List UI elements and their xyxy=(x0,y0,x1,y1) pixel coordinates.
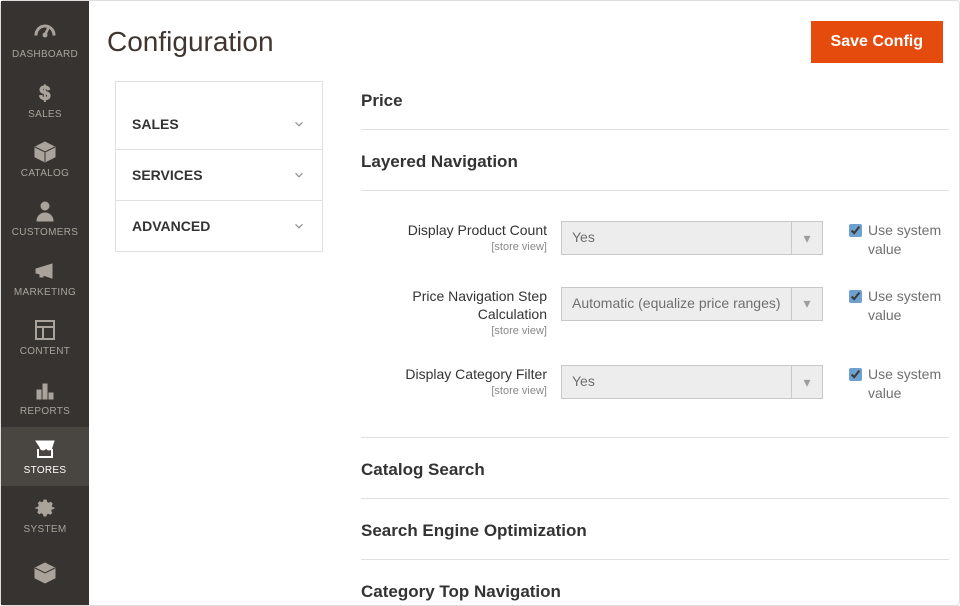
gear-icon xyxy=(33,496,57,520)
dollar-icon: $ xyxy=(33,81,57,105)
use-system-value-label: Use system value xyxy=(868,221,949,259)
select-value: Yes xyxy=(562,366,792,398)
use-system-value-label: Use system value xyxy=(868,365,949,403)
sidebar-item-system[interactable]: SYSTEM xyxy=(1,486,89,545)
sidebar-item-dashboard[interactable]: DASHBOARD xyxy=(1,11,89,70)
chevron-down-icon xyxy=(292,168,306,182)
config-tab-label: SALES xyxy=(132,116,179,132)
field-label: Display Product Count xyxy=(361,221,547,239)
megaphone-icon xyxy=(33,259,57,283)
section-catalog-search[interactable]: Catalog Search xyxy=(361,438,949,499)
sidebar-label: SALES xyxy=(28,109,62,120)
field-label: Display Category Filter xyxy=(361,365,547,383)
chevron-down-icon xyxy=(292,219,306,233)
config-tabs: SALES SERVICES ADVANCED xyxy=(115,81,323,605)
storefront-icon xyxy=(33,437,57,461)
config-tab-sales[interactable]: SALES xyxy=(115,99,323,150)
sidebar-item-catalog[interactable]: CATALOG xyxy=(1,130,89,189)
page-title: Configuration xyxy=(107,26,274,58)
field-display-category-filter: Display Category Filter [store view] Yes… xyxy=(361,365,949,403)
use-system-value-checkbox[interactable] xyxy=(849,290,862,303)
sidebar-label: CATALOG xyxy=(21,168,69,179)
admin-sidebar: DASHBOARD $ SALES CATALOG CUSTOMERS MARK… xyxy=(1,1,89,605)
caret-down-icon: ▾ xyxy=(792,366,822,398)
price-navigation-step-select[interactable]: Automatic (equalize price ranges) ▾ xyxy=(561,287,823,321)
sidebar-item-sales[interactable]: $ SALES xyxy=(1,70,89,129)
layout-icon xyxy=(33,318,57,342)
layered-navigation-fields: Display Product Count [store view] Yes ▾… xyxy=(361,191,949,438)
field-scope: [store view] xyxy=(361,385,547,397)
sidebar-label: SYSTEM xyxy=(24,524,67,535)
content-columns: SALES SERVICES ADVANCED Price Layered Na… xyxy=(89,81,959,605)
sidebar-label: CUSTOMERS xyxy=(12,227,78,238)
sidebar-item-reports[interactable]: REPORTS xyxy=(1,367,89,426)
field-display-product-count: Display Product Count [store view] Yes ▾… xyxy=(361,221,949,259)
save-config-button[interactable]: Save Config xyxy=(811,21,943,63)
caret-down-icon: ▾ xyxy=(792,222,822,254)
config-tab-advanced[interactable]: ADVANCED xyxy=(115,201,323,252)
extensions-icon xyxy=(33,561,57,585)
caret-down-icon: ▾ xyxy=(792,288,822,320)
field-scope: [store view] xyxy=(361,241,547,253)
display-category-filter-select[interactable]: Yes ▾ xyxy=(561,365,823,399)
sidebar-label: REPORTS xyxy=(20,406,70,417)
select-value: Yes xyxy=(562,222,792,254)
main-area: Configuration Save Config SALES SERVICES… xyxy=(89,1,959,605)
field-scope: [store view] xyxy=(361,325,547,337)
sidebar-item-content[interactable]: CONTENT xyxy=(1,308,89,367)
select-value: Automatic (equalize price ranges) xyxy=(562,288,792,320)
sidebar-item-marketing[interactable]: MARKETING xyxy=(1,249,89,308)
gauge-icon xyxy=(33,21,57,45)
section-seo[interactable]: Search Engine Optimization xyxy=(361,499,949,560)
sidebar-label: CONTENT xyxy=(20,346,70,357)
sidebar-item-customers[interactable]: CUSTOMERS xyxy=(1,189,89,248)
settings-panel: Price Layered Navigation Display Product… xyxy=(361,81,959,605)
section-layered-navigation[interactable]: Layered Navigation xyxy=(361,130,949,191)
use-system-value-label: Use system value xyxy=(868,287,949,325)
sidebar-label: STORES xyxy=(24,465,67,476)
field-label: Price Navigation Step Calculation xyxy=(361,287,547,323)
bars-icon xyxy=(33,378,57,402)
section-top-navigation[interactable]: Category Top Navigation xyxy=(361,560,949,605)
svg-text:$: $ xyxy=(39,83,50,105)
config-tab-label: ADVANCED xyxy=(132,218,210,234)
sidebar-label: MARKETING xyxy=(14,287,76,298)
section-price[interactable]: Price xyxy=(361,81,949,130)
sidebar-label: DASHBOARD xyxy=(12,49,78,60)
config-tab-services[interactable]: SERVICES xyxy=(115,150,323,201)
person-icon xyxy=(33,199,57,223)
display-product-count-select[interactable]: Yes ▾ xyxy=(561,221,823,255)
use-system-value-checkbox[interactable] xyxy=(849,224,862,237)
chevron-down-icon xyxy=(292,117,306,131)
box-icon xyxy=(33,140,57,164)
use-system-value-checkbox[interactable] xyxy=(849,368,862,381)
sidebar-item-extensions[interactable] xyxy=(1,546,89,605)
field-price-navigation-step: Price Navigation Step Calculation [store… xyxy=(361,287,949,337)
sidebar-item-stores[interactable]: STORES xyxy=(1,427,89,486)
config-tab-label: SERVICES xyxy=(132,167,203,183)
page-header: Configuration Save Config xyxy=(89,1,959,81)
